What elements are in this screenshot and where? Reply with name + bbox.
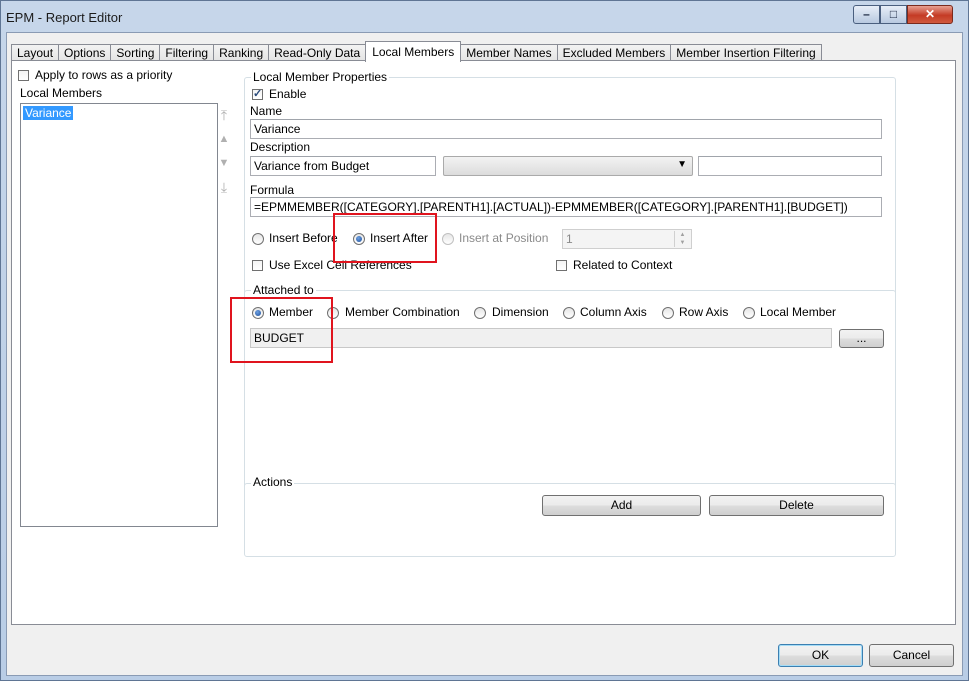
attached-local-member-radio[interactable] bbox=[743, 307, 755, 319]
attached-row-axis-radio[interactable] bbox=[662, 307, 674, 319]
attached-local-member-label: Local Member bbox=[760, 305, 837, 319]
close-button[interactable]: ✕ bbox=[907, 5, 953, 24]
apply-priority-checkbox[interactable] bbox=[18, 70, 29, 81]
position-stepper[interactable]: 1 ▲ ▼ bbox=[562, 229, 692, 249]
insert-before-radio[interactable] bbox=[252, 233, 264, 245]
attached-column-axis-label: Column Axis bbox=[580, 305, 647, 319]
actions-group-title: Actions bbox=[251, 475, 295, 489]
position-value: 1 bbox=[566, 232, 573, 246]
insert-at-position-radio[interactable] bbox=[442, 233, 454, 245]
minimize-button[interactable]: – bbox=[853, 5, 880, 24]
attached-member-combination-radio[interactable] bbox=[327, 307, 339, 319]
title-bar[interactable]: EPM - Report Editor – □ ✕ bbox=[1, 1, 968, 33]
attached-value-field[interactable]: BUDGET bbox=[250, 328, 832, 348]
attached-dimension-radio[interactable] bbox=[474, 307, 486, 319]
insert-after-label: Insert After bbox=[370, 231, 429, 245]
tab-local-members[interactable]: Local Members bbox=[365, 41, 462, 62]
chevron-down-icon: ▼ bbox=[677, 159, 687, 170]
local-member-properties-group bbox=[244, 77, 896, 308]
attached-member-combination-label: Member Combination bbox=[345, 305, 460, 319]
attached-dimension-label: Dimension bbox=[492, 305, 549, 319]
minimize-icon: – bbox=[863, 7, 870, 21]
name-input[interactable]: Variance bbox=[250, 119, 882, 139]
report-editor-window: EPM - Report Editor – □ ✕ Layout Options… bbox=[0, 0, 969, 681]
maximize-button[interactable]: □ bbox=[880, 5, 907, 24]
formula-input[interactable]: =EPMMEMBER([CATEGORY].[PARENTH1].[ACTUAL… bbox=[250, 197, 882, 217]
list-item[interactable]: Variance bbox=[23, 106, 74, 120]
browse-button[interactable]: ... bbox=[839, 329, 884, 348]
enable-checkbox[interactable] bbox=[252, 87, 263, 100]
insert-after-radio[interactable] bbox=[353, 233, 365, 245]
close-icon: ✕ bbox=[924, 7, 936, 21]
local-members-panel: Apply to rows as a priority Local Member… bbox=[11, 60, 956, 625]
move-down-icon[interactable]: ▼ bbox=[218, 157, 230, 169]
attached-member-radio[interactable] bbox=[252, 307, 264, 319]
use-excel-refs-checkbox[interactable] bbox=[252, 260, 263, 271]
attached-to-group bbox=[244, 290, 896, 504]
description-extra-input[interactable] bbox=[698, 156, 882, 176]
window-title: EPM - Report Editor bbox=[6, 10, 123, 25]
related-context-label: Related to Context bbox=[573, 258, 673, 272]
local-members-list[interactable]: Variance bbox=[20, 103, 218, 527]
related-context-checkbox[interactable] bbox=[556, 260, 567, 271]
attached-column-axis-radio[interactable] bbox=[563, 307, 575, 319]
move-up-icon[interactable]: ▲ bbox=[218, 133, 230, 145]
insert-before-label: Insert Before bbox=[269, 231, 338, 245]
attached-group-title: Attached to bbox=[251, 283, 316, 297]
stepper-arrows[interactable]: ▲ ▼ bbox=[674, 231, 690, 247]
maximize-icon: □ bbox=[889, 7, 898, 21]
tab-strip: Layout Options Sorting Filtering Ranking… bbox=[11, 41, 822, 62]
move-top-icon[interactable]: ⤒ bbox=[218, 107, 230, 124]
delete-button[interactable]: Delete bbox=[709, 495, 884, 516]
attached-member-label: Member bbox=[269, 305, 314, 319]
chevron-down-icon[interactable]: ▼ bbox=[675, 239, 690, 247]
dialog-client: Layout Options Sorting Filtering Ranking… bbox=[6, 32, 963, 676]
apply-priority-label: Apply to rows as a priority bbox=[35, 68, 173, 82]
description-input[interactable]: Variance from Budget bbox=[250, 156, 436, 176]
chevron-up-icon[interactable]: ▲ bbox=[675, 231, 690, 239]
name-label: Name bbox=[250, 104, 283, 118]
description-language-select[interactable]: ▼ bbox=[443, 156, 693, 176]
enable-label: Enable bbox=[269, 87, 307, 101]
local-members-label: Local Members bbox=[20, 86, 103, 100]
use-excel-refs-label: Use Excel Cell References bbox=[269, 258, 412, 272]
attached-row-axis-label: Row Axis bbox=[679, 305, 729, 319]
ok-button[interactable]: OK bbox=[778, 644, 863, 667]
description-label: Description bbox=[250, 140, 311, 154]
move-bottom-icon[interactable]: ⤓ bbox=[218, 179, 230, 196]
formula-label: Formula bbox=[250, 183, 295, 197]
properties-group-title: Local Member Properties bbox=[251, 70, 390, 84]
add-button[interactable]: Add bbox=[542, 495, 701, 516]
insert-at-position-label: Insert at Position bbox=[459, 231, 549, 245]
cancel-button[interactable]: Cancel bbox=[869, 644, 954, 667]
